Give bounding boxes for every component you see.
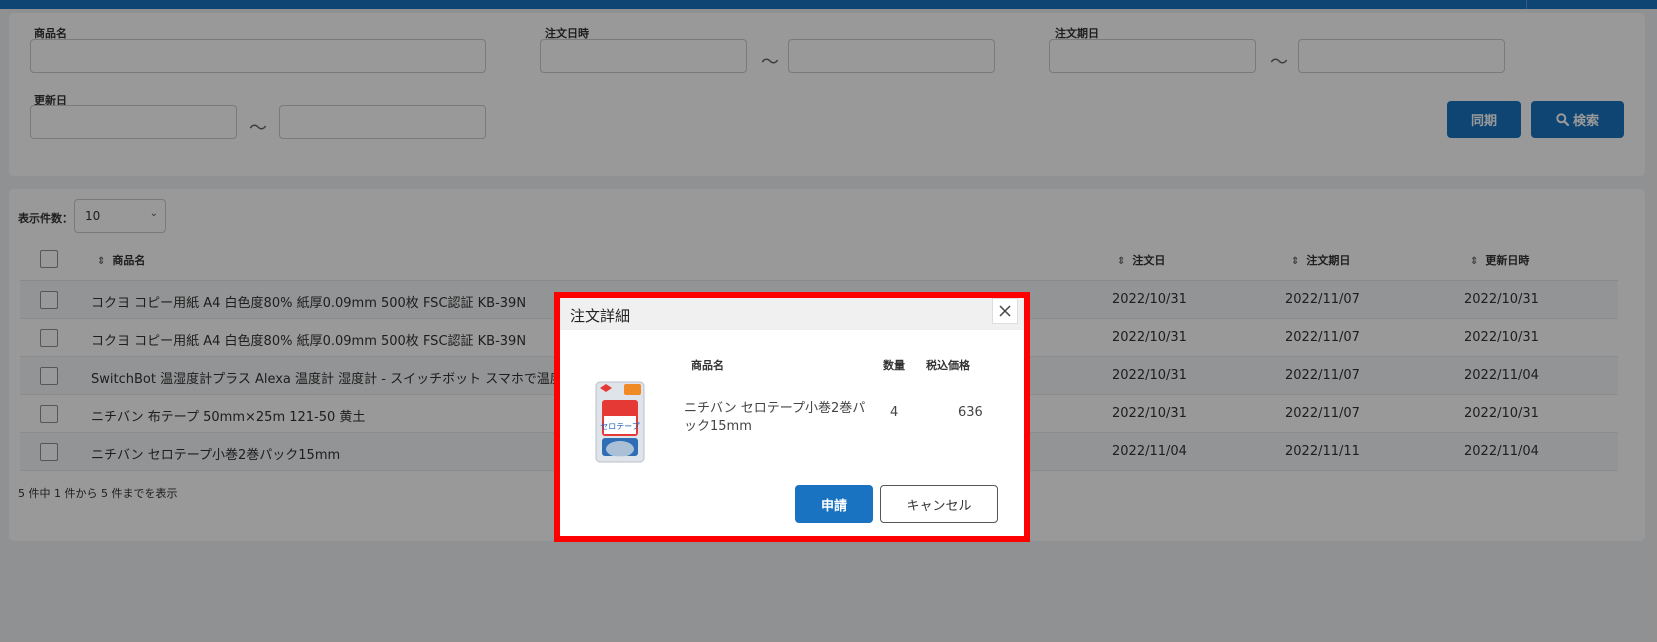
modal-quantity: 4 <box>890 405 899 420</box>
close-button[interactable] <box>992 298 1018 324</box>
modal-title: 注文詳細 <box>570 307 631 325</box>
modal-col-price: 税込価格 <box>926 359 970 372</box>
svg-text:セロテープ: セロテープ <box>600 422 640 431</box>
modal-col-name: 商品名 <box>691 359 724 372</box>
modal-price: 636 <box>958 405 983 420</box>
modal-product-name-line2: ック15mm <box>684 419 752 434</box>
modal-col-qty: 数量 <box>883 359 905 372</box>
cancel-button[interactable]: キャンセル <box>880 485 998 523</box>
product-image: セロテープ <box>594 378 646 464</box>
modal-product-name-line1: ニチバン セロテープ小巻2巻パ <box>684 401 866 416</box>
modal-header: 注文詳細 <box>560 298 1024 330</box>
apply-button[interactable]: 申請 <box>795 485 873 523</box>
order-detail-modal: 注文詳細 商品名 数量 税込価格 セロテープ ニチバン セロテープ小巻2巻パ ッ… <box>554 292 1030 542</box>
close-icon <box>999 305 1011 317</box>
